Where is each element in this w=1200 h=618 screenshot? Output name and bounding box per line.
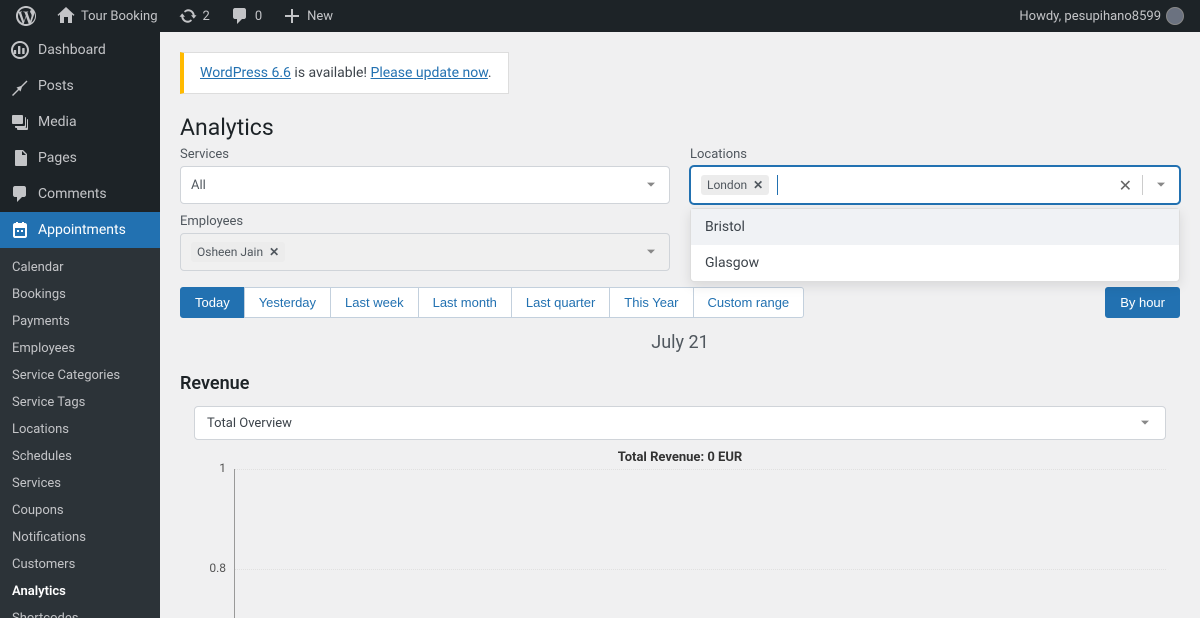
submenu-schedules[interactable]: Schedules [0, 443, 160, 470]
update-icon [178, 6, 198, 26]
location-tag: London ✕ [701, 175, 769, 195]
date-lastmonth-button[interactable]: Last month [418, 287, 512, 318]
date-range-buttons: Today Yesterday Last week Last month Las… [180, 287, 804, 318]
plus-icon [282, 6, 302, 26]
date-custom-button[interactable]: Custom range [693, 287, 805, 318]
comment-icon [230, 6, 250, 26]
admin-toolbar: Tour Booking 2 0 New Howdy, pesupihano85… [0, 0, 1200, 32]
date-lastweek-button[interactable]: Last week [330, 287, 419, 318]
sidebar-item-pages[interactable]: Pages [0, 140, 160, 176]
sidebar-item-appointments[interactable]: Appointments [0, 212, 160, 248]
pin-icon [10, 76, 30, 96]
revenue-chart: 1 0.8 0.6 [194, 469, 1166, 618]
services-select[interactable]: All [180, 166, 670, 204]
chart-y-axis: 1 0.8 0.6 [194, 469, 234, 618]
locations-select[interactable]: London ✕ ✕ [690, 166, 1180, 204]
comments-count: 0 [255, 9, 262, 24]
media-icon [10, 112, 30, 132]
site-link[interactable]: Tour Booking [48, 0, 166, 32]
account-link[interactable]: Howdy, pesupihano8599 [1011, 0, 1192, 32]
chevron-down-icon [1137, 415, 1153, 431]
updates-link[interactable]: 2 [170, 0, 218, 32]
byhour-button[interactable]: By hour [1105, 287, 1180, 318]
page-title: Analytics [180, 114, 1180, 141]
date-lastquarter-button[interactable]: Last quarter [511, 287, 610, 318]
employee-tag: Osheen Jain ✕ [191, 242, 285, 262]
chevron-down-icon [643, 177, 659, 193]
page-icon [10, 148, 30, 168]
howdy-text: Howdy, pesupihano8599 [1019, 9, 1161, 24]
home-icon [56, 6, 76, 26]
submenu-service-tags[interactable]: Service Tags [0, 389, 160, 416]
submenu-notifications[interactable]: Notifications [0, 524, 160, 551]
remove-tag-icon[interactable]: ✕ [753, 178, 763, 192]
calendar-icon [10, 220, 30, 240]
update-notice: WordPress 6.6 is available! Please updat… [180, 52, 509, 94]
revenue-title: Revenue [180, 373, 1180, 394]
locations-label: Locations [690, 147, 1180, 162]
employees-select[interactable]: Osheen Jain ✕ [180, 233, 670, 271]
comments-icon [10, 184, 30, 204]
submenu-payments[interactable]: Payments [0, 308, 160, 335]
text-cursor [777, 175, 778, 195]
submenu-bookings[interactable]: Bookings [0, 281, 160, 308]
submenu-customers[interactable]: Customers [0, 551, 160, 578]
locations-dropdown: Bristol Glasgow [690, 208, 1180, 282]
clear-all-icon[interactable]: ✕ [1119, 176, 1132, 195]
sidebar-submenu: Calendar Bookings Payments Employees Ser… [0, 248, 160, 618]
submenu-services[interactable]: Services [0, 470, 160, 497]
submenu-shortcodes[interactable]: Shortcodes [0, 605, 160, 618]
revenue-overview-select[interactable]: Total Overview [194, 406, 1166, 440]
wp-version-link[interactable]: WordPress 6.6 [200, 65, 291, 81]
dropdown-option-glasgow[interactable]: Glasgow [691, 245, 1179, 281]
employees-label: Employees [180, 214, 670, 229]
sidebar-item-media[interactable]: Media [0, 104, 160, 140]
wp-logo[interactable] [8, 0, 44, 32]
date-today-button[interactable]: Today [180, 287, 245, 318]
dropdown-option-bristol[interactable]: Bristol [691, 209, 1179, 245]
site-name: Tour Booking [81, 9, 158, 24]
comments-link[interactable]: 0 [222, 0, 270, 32]
wordpress-icon [16, 6, 36, 26]
admin-sidebar: Dashboard Posts Media Pages Comments App… [0, 32, 160, 618]
remove-tag-icon[interactable]: ✕ [269, 245, 279, 259]
chart-title: Total Revenue: 0 EUR [180, 450, 1180, 465]
sidebar-item-dashboard[interactable]: Dashboard [0, 32, 160, 68]
new-link[interactable]: New [274, 0, 341, 32]
chart-plot-area [234, 469, 1166, 618]
services-value: All [191, 178, 206, 193]
main-content: WordPress 6.6 is available! Please updat… [160, 32, 1200, 618]
dashboard-icon [10, 40, 30, 60]
date-yesterday-button[interactable]: Yesterday [244, 287, 331, 318]
submenu-calendar[interactable]: Calendar [0, 254, 160, 281]
date-title: July 21 [180, 332, 1180, 353]
update-now-link[interactable]: Please update now [371, 65, 488, 81]
chevron-down-icon [1153, 177, 1169, 193]
submenu-locations[interactable]: Locations [0, 416, 160, 443]
updates-count: 2 [203, 9, 210, 24]
submenu-coupons[interactable]: Coupons [0, 497, 160, 524]
services-label: Services [180, 147, 670, 162]
sidebar-item-comments[interactable]: Comments [0, 176, 160, 212]
chevron-down-icon [643, 244, 659, 260]
submenu-employees[interactable]: Employees [0, 335, 160, 362]
new-label: New [307, 9, 333, 24]
avatar-icon [1166, 7, 1184, 25]
sidebar-item-posts[interactable]: Posts [0, 68, 160, 104]
submenu-analytics[interactable]: Analytics [0, 578, 160, 605]
submenu-service-categories[interactable]: Service Categories [0, 362, 160, 389]
date-thisyear-button[interactable]: This Year [609, 287, 693, 318]
